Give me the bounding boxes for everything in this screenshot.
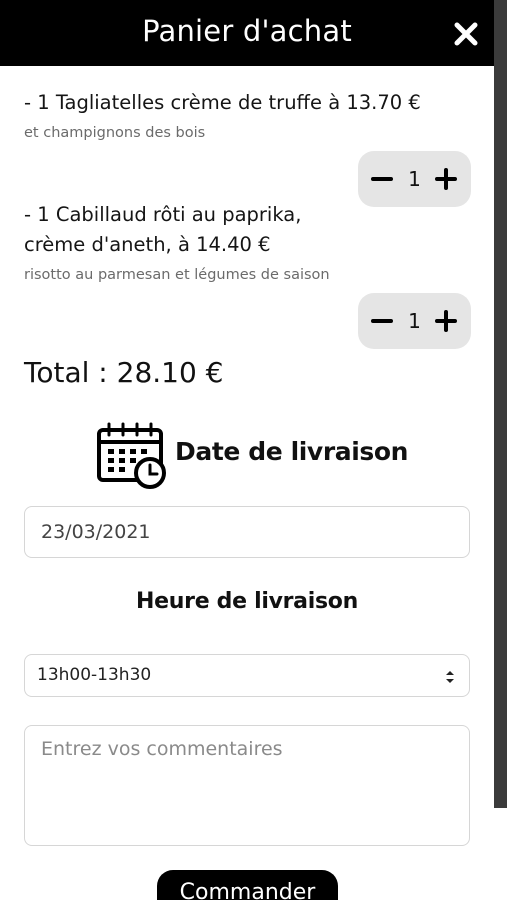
increase-quantity-button[interactable] — [432, 165, 460, 193]
plus-icon — [435, 168, 457, 190]
plus-icon — [435, 310, 457, 332]
cart-total: Total : 28.10 € — [24, 356, 224, 389]
cart-header: Panier d'achat — [0, 0, 494, 66]
calendar-clock-icon — [97, 422, 166, 489]
delivery-time-select[interactable]: 13h00-13h30 — [24, 654, 470, 697]
cart-item-1-subtitle: et champignons des bois — [24, 125, 206, 141]
cart-item-2-quantity-stepper: 1 — [358, 293, 471, 349]
delivery-time-label: Heure de livraison — [136, 589, 358, 614]
cart-item-2-title-line2: crème d'aneth, à 14.40 € — [24, 233, 271, 256]
delivery-date-input[interactable] — [24, 506, 470, 558]
delivery-time-value: 13h00-13h30 — [37, 665, 152, 685]
cart-panel: Panier d'achat - 1 Tagliatelles crème de… — [0, 0, 494, 900]
cart-item-1-quantity-stepper: 1 — [358, 151, 471, 207]
delivery-date-label: Date de livraison — [175, 437, 409, 466]
order-button[interactable]: Commander — [157, 870, 338, 900]
cart-item-2-subtitle: risotto au parmesan et légumes de saison — [24, 267, 330, 283]
increase-quantity-button[interactable] — [432, 307, 460, 335]
minus-icon — [371, 177, 393, 181]
scrollbar[interactable] — [494, 0, 507, 808]
cart-item-1-title: - 1 Tagliatelles crème de truffe à 13.70… — [24, 91, 421, 114]
cart-title: Panier d'achat — [142, 14, 352, 48]
cart-item-1-quantity: 1 — [408, 167, 421, 191]
close-button[interactable] — [450, 18, 482, 50]
close-icon — [454, 22, 478, 46]
decrease-quantity-button[interactable] — [368, 165, 396, 193]
decrease-quantity-button[interactable] — [368, 307, 396, 335]
comments-textarea[interactable] — [24, 725, 470, 846]
cart-item-2-quantity: 1 — [408, 309, 421, 333]
cart-item-2-title: - 1 Cabillaud rôti au paprika, — [24, 203, 302, 226]
select-arrows-icon — [446, 671, 454, 683]
minus-icon — [371, 319, 393, 323]
